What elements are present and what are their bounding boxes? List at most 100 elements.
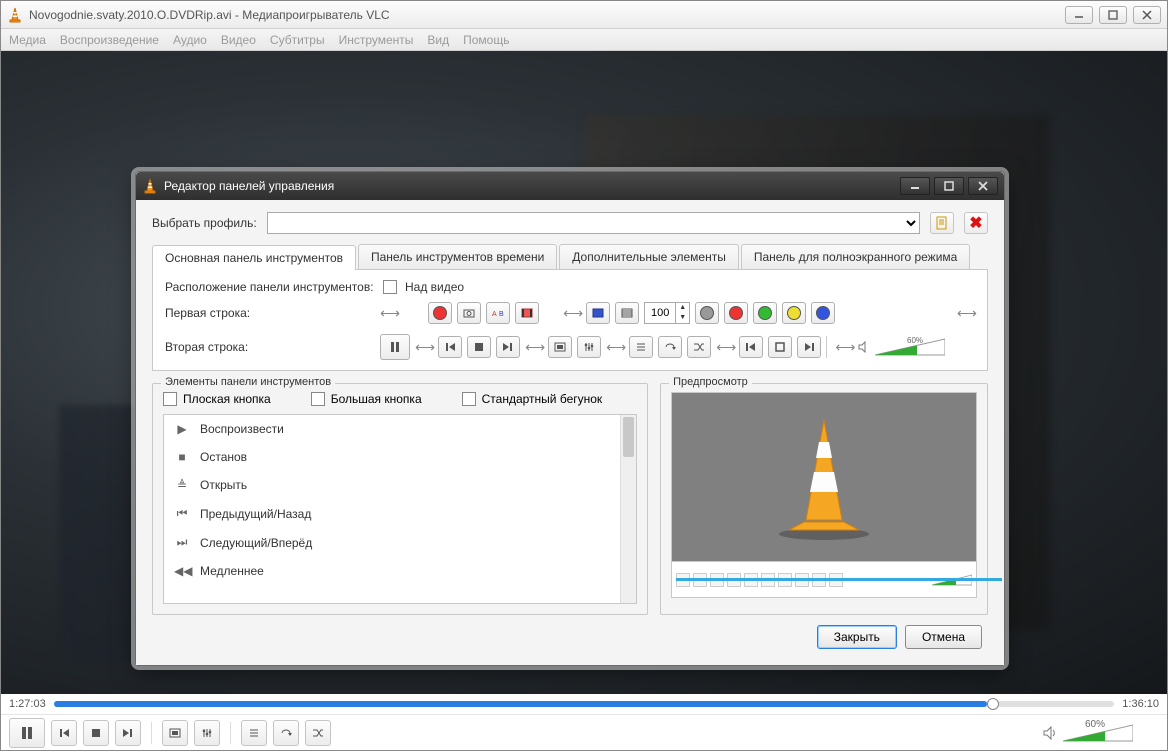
playlist-button[interactable]	[241, 720, 267, 746]
close-dialog-button[interactable]: Закрыть	[817, 625, 897, 649]
menu-audio[interactable]: Аудио	[173, 33, 207, 47]
prev-button[interactable]	[438, 336, 462, 358]
elapsed-time[interactable]: 1:27:03	[9, 698, 46, 710]
list-item[interactable]: ≜Открыть	[164, 471, 620, 499]
zoom-value[interactable]	[645, 307, 675, 319]
grip-icon[interactable]: ⟷	[957, 305, 975, 322]
seek-slider[interactable]	[54, 701, 1115, 707]
list-item[interactable]: ⏭Следующий/Вперёд	[164, 528, 620, 557]
next-button[interactable]	[115, 720, 141, 746]
titlebar: Novogodnie.svaty.2010.O.DVDRip.avi - Мед…	[1, 1, 1167, 29]
snapshot-button[interactable]	[457, 302, 481, 324]
elements-title: Элементы панели инструментов	[161, 376, 335, 388]
menu-video[interactable]: Видео	[221, 33, 256, 47]
loop-button[interactable]	[273, 720, 299, 746]
grip-icon[interactable]: ⟷	[606, 339, 624, 356]
shuffle-button[interactable]	[687, 336, 711, 358]
total-time[interactable]: 1:36:10	[1122, 698, 1159, 710]
video-area[interactable]: Редактор панелей управления Выбрать проф…	[1, 51, 1167, 694]
grip-icon[interactable]: ⟷	[835, 339, 853, 356]
frame-button[interactable]	[515, 302, 539, 324]
std-slider-checkbox[interactable]	[462, 392, 476, 406]
tab-main-toolbar[interactable]: Основная панель инструментов	[152, 245, 356, 270]
crop-button[interactable]	[586, 302, 610, 324]
list-item[interactable]: ■Останов	[164, 443, 620, 471]
big-button-label: Большая кнопка	[331, 392, 422, 406]
delete-profile-button[interactable]: ✖	[964, 212, 988, 234]
big-button-checkbox[interactable]	[311, 392, 325, 406]
menu-playback[interactable]: Воспроизведение	[60, 33, 159, 47]
step-stop-button[interactable]	[768, 336, 792, 358]
zoom-spinner[interactable]: ▲▼	[644, 302, 690, 324]
deint-button[interactable]	[615, 302, 639, 324]
menu-media[interactable]: Медиа	[9, 33, 46, 47]
loop-icon	[280, 728, 292, 738]
above-video-checkbox[interactable]	[383, 280, 397, 294]
menu-subtitles[interactable]: Субтитры	[270, 33, 325, 47]
profile-select[interactable]	[267, 212, 920, 234]
step-back-icon	[745, 342, 757, 352]
speaker-icon[interactable]	[1043, 726, 1057, 740]
dot-green-button[interactable]	[753, 302, 777, 324]
tab-fullscreen[interactable]: Панель для полноэкранного режима	[741, 244, 970, 269]
pause-button[interactable]	[380, 334, 410, 360]
list-item[interactable]: ⏮Предыдущий/Назад	[164, 499, 620, 528]
step-back-button[interactable]	[739, 336, 763, 358]
tab-time-toolbar[interactable]: Панель инструментов времени	[358, 244, 557, 269]
yellow-dot-icon	[787, 306, 801, 320]
cancel-dialog-button[interactable]: Отмена	[905, 625, 982, 649]
seek-knob[interactable]	[987, 698, 999, 710]
step-fwd-button[interactable]	[797, 336, 821, 358]
dialog-minimize-button[interactable]	[900, 177, 930, 195]
volume-slider[interactable]: 60%	[875, 337, 945, 357]
grip-icon[interactable]: ⟷	[563, 305, 581, 322]
next-button[interactable]	[496, 336, 520, 358]
ext-settings-button[interactable]	[577, 336, 601, 358]
menu-view[interactable]: Вид	[427, 33, 449, 47]
grip-icon[interactable]: ⟷	[525, 339, 543, 356]
menu-help[interactable]: Помощь	[463, 33, 509, 47]
tabs: Основная панель инструментов Панель инст…	[152, 244, 988, 270]
fullscreen-button[interactable]	[548, 336, 572, 358]
speaker-icon	[858, 341, 870, 353]
stop-icon	[91, 728, 101, 738]
scrollbar-thumb[interactable]	[623, 417, 634, 457]
dot-red-button[interactable]	[724, 302, 748, 324]
dialog-close-button[interactable]	[968, 177, 998, 195]
grip-icon[interactable]: ⟷	[415, 339, 433, 356]
flat-button-checkbox[interactable]	[163, 392, 177, 406]
playlist-button[interactable]	[629, 336, 653, 358]
stop-button[interactable]	[467, 336, 491, 358]
close-button[interactable]	[1133, 6, 1161, 24]
grip-icon[interactable]: ⟷	[716, 339, 734, 356]
dot-gray-button[interactable]	[695, 302, 719, 324]
stop-button[interactable]	[83, 720, 109, 746]
atob-button[interactable]: AB	[486, 302, 510, 324]
second-row-label: Вторая строка:	[165, 340, 375, 354]
play-pause-button[interactable]	[9, 718, 45, 748]
scrollbar[interactable]	[620, 415, 636, 603]
spin-up[interactable]: ▲	[675, 303, 689, 313]
previous-button[interactable]	[51, 720, 77, 746]
grip-icon[interactable]: ⟷	[380, 305, 398, 322]
dialog-title: Редактор панелей управления	[164, 179, 896, 193]
loop-button[interactable]	[658, 336, 682, 358]
list-item[interactable]: ◀◀Медленнее	[164, 557, 620, 585]
new-profile-button[interactable]	[930, 212, 954, 234]
loop-icon	[664, 342, 676, 352]
ab-loop-icon: AB	[492, 308, 504, 318]
record-button[interactable]	[428, 302, 452, 324]
shuffle-icon	[312, 728, 324, 738]
fullscreen-button[interactable]	[162, 720, 188, 746]
ext-settings-button[interactable]	[194, 720, 220, 746]
dot-yellow-button[interactable]	[782, 302, 806, 324]
maximize-button[interactable]	[1099, 6, 1127, 24]
list-item[interactable]: ▶Воспроизвести	[164, 415, 620, 443]
tab-extra[interactable]: Дополнительные элементы	[559, 244, 739, 269]
shuffle-button[interactable]	[305, 720, 331, 746]
menu-tools[interactable]: Инструменты	[339, 33, 414, 47]
spin-down[interactable]: ▼	[675, 313, 689, 323]
minimize-button[interactable]	[1065, 6, 1093, 24]
dialog-maximize-button[interactable]	[934, 177, 964, 195]
dot-blue-button[interactable]	[811, 302, 835, 324]
